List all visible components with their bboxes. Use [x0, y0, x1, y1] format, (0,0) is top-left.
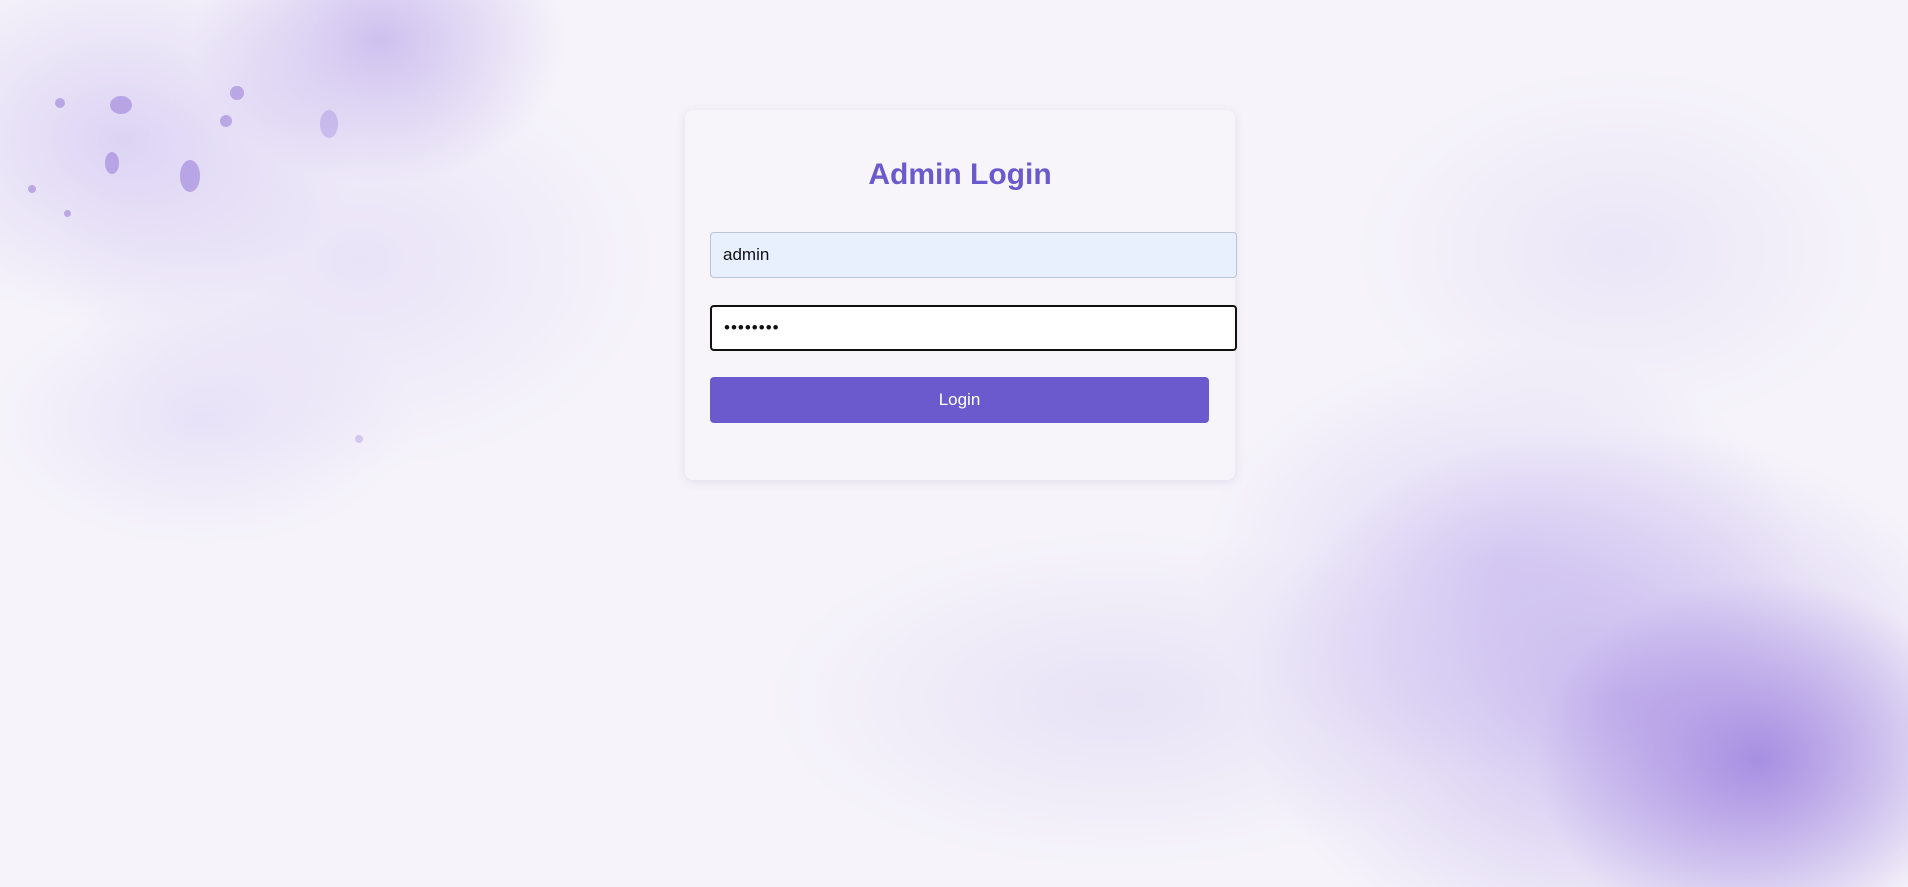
- password-input[interactable]: [710, 305, 1237, 351]
- login-button[interactable]: Login: [710, 377, 1209, 423]
- background-splatter: [64, 210, 71, 217]
- username-input[interactable]: [710, 232, 1237, 278]
- background-splatter: [180, 160, 200, 192]
- background-splatter: [220, 115, 232, 127]
- background-splatter: [28, 185, 36, 193]
- background-splatter: [110, 96, 132, 114]
- background-splatter: [105, 152, 119, 174]
- background-splatter: [230, 86, 244, 100]
- background-splatter: [55, 98, 65, 108]
- page-title: Admin Login: [868, 158, 1052, 191]
- background-splatter: [320, 110, 338, 138]
- background-splatter: [355, 435, 363, 443]
- login-card: Admin Login Login: [685, 110, 1237, 480]
